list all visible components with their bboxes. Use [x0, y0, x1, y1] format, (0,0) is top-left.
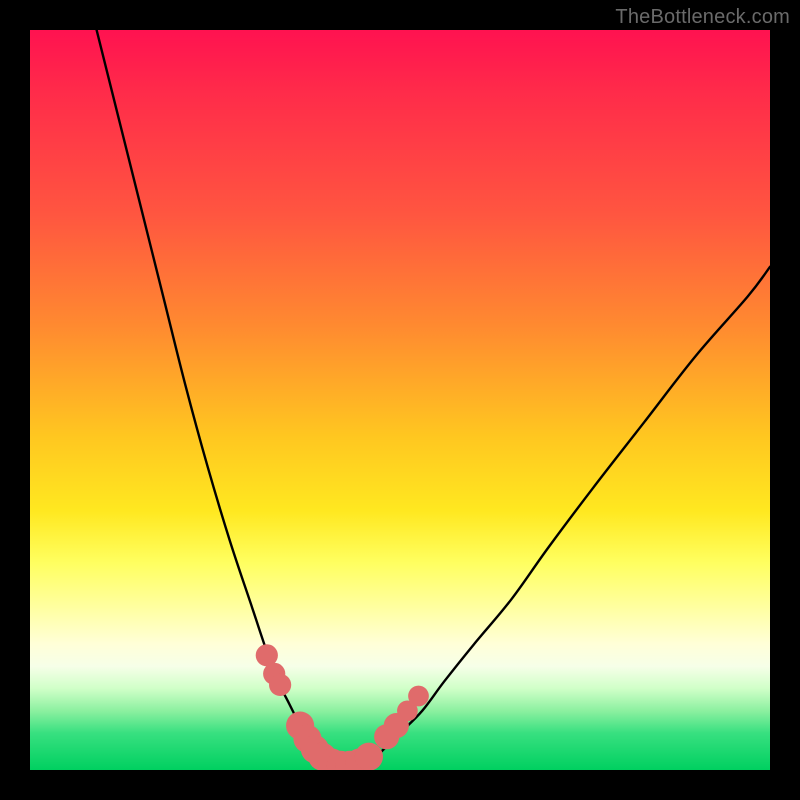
curve-left-branch: [97, 30, 319, 763]
data-marker: [355, 743, 383, 770]
watermark-text: TheBottleneck.com: [615, 6, 790, 29]
chart-frame: TheBottleneck.com: [0, 0, 800, 800]
curve-right-branch: [370, 267, 770, 763]
data-marker: [269, 674, 291, 696]
bottleneck-curve: [30, 30, 770, 770]
data-marker: [408, 686, 429, 707]
plot-area: [30, 30, 770, 770]
